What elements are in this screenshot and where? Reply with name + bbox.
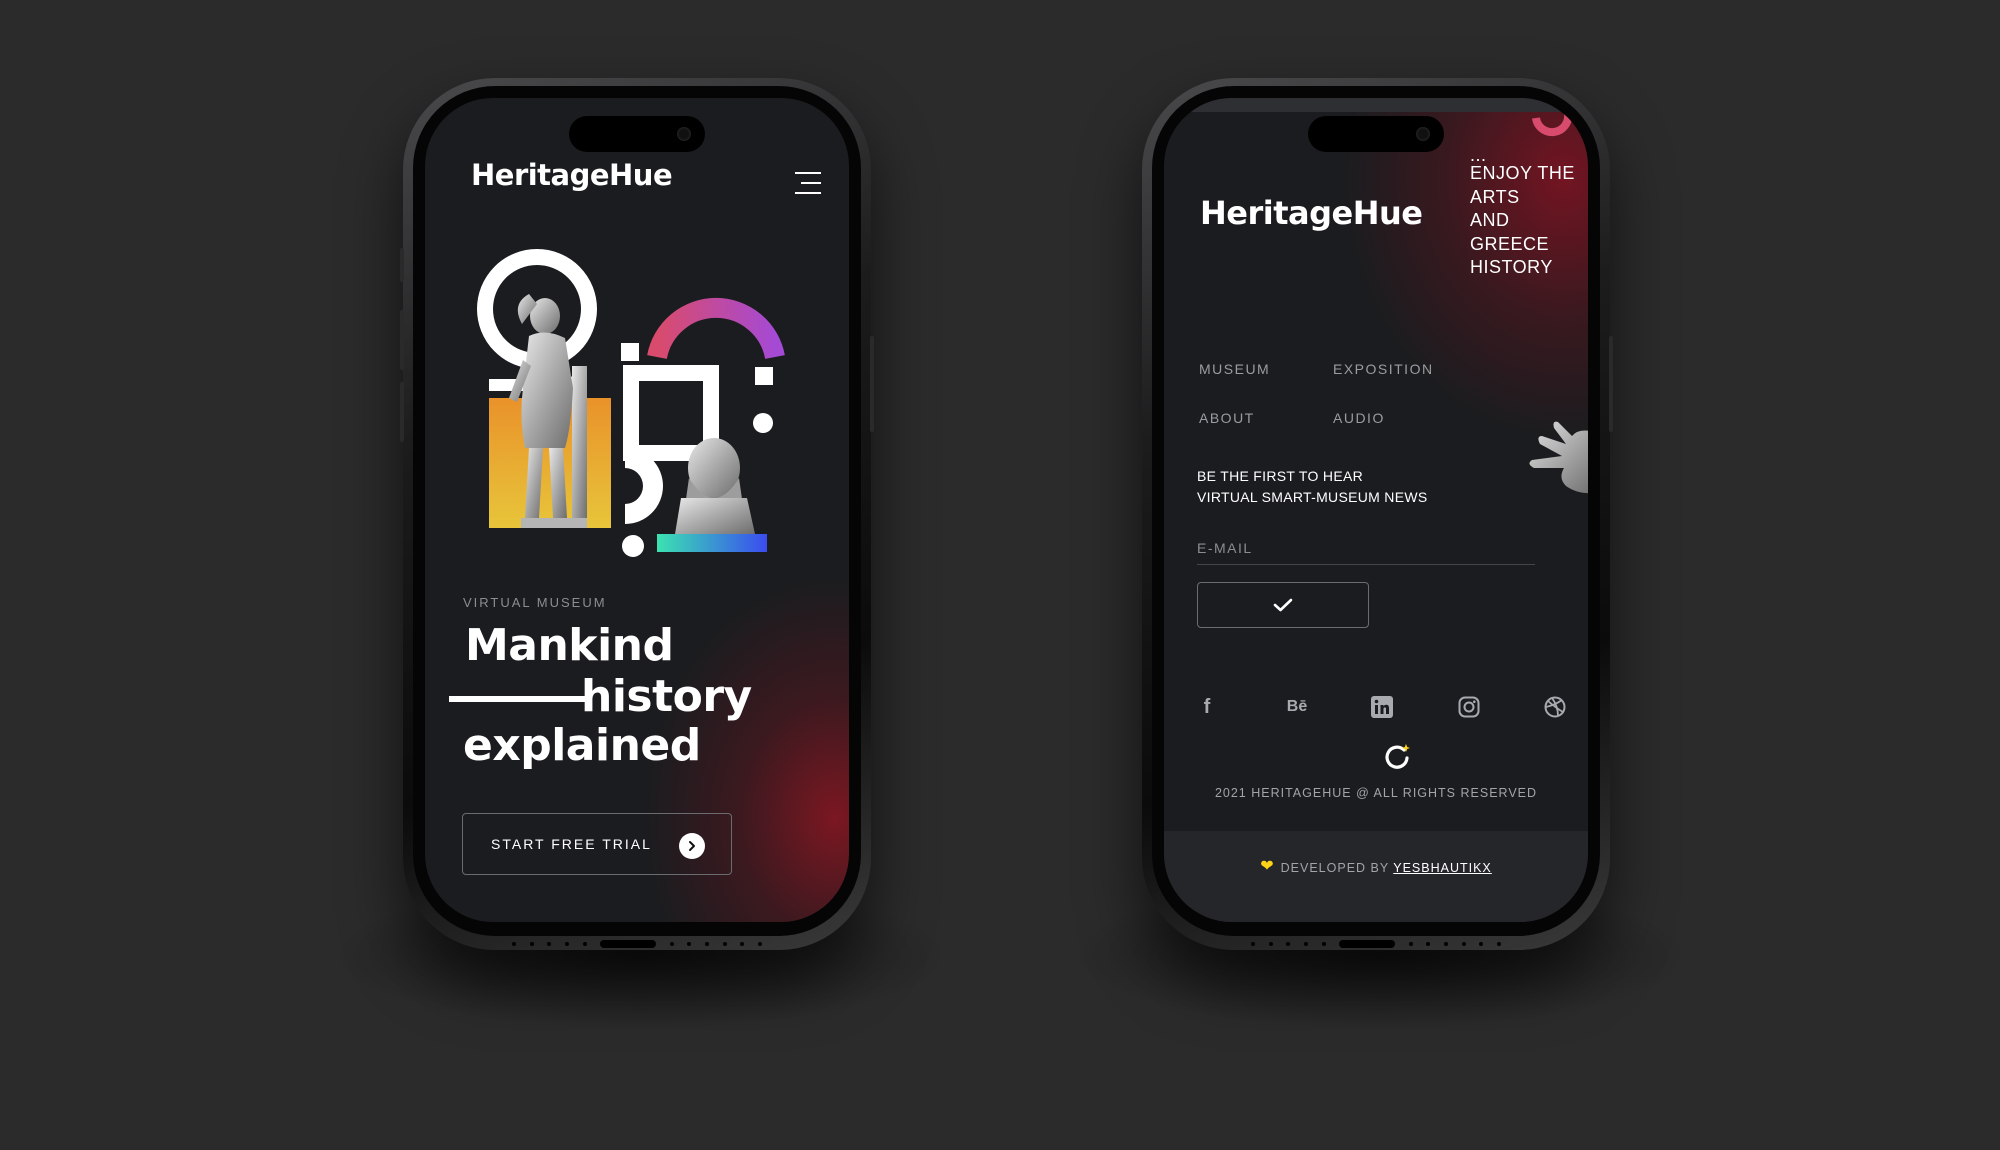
tagline-line: ARTS	[1470, 186, 1520, 207]
tagline-line: AND	[1470, 210, 1510, 230]
top-strip	[1164, 98, 1588, 112]
checkmark-icon	[1273, 598, 1293, 612]
dribbble-icon[interactable]	[1542, 694, 1568, 720]
linkedin-icon[interactable]	[1369, 694, 1395, 720]
tagline-line: HISTORY	[1470, 257, 1553, 277]
side-button	[400, 382, 404, 442]
nav-museum[interactable]: MUSEUM	[1199, 361, 1270, 377]
white-square-small	[755, 367, 773, 385]
newsletter-text: BE THE FIRST TO HEAR VIRTUAL SMART-MUSEU…	[1197, 466, 1428, 508]
heart-icon: ❤	[1260, 858, 1275, 875]
nav-audio[interactable]: AUDIO	[1333, 410, 1385, 426]
tagline-dots: ...	[1470, 145, 1487, 165]
dynamic-island	[1308, 116, 1444, 152]
newsletter-line-2: VIRTUAL SMART-MUSEUM NEWS	[1197, 489, 1428, 505]
gradient-arc-decoration	[1532, 113, 1573, 137]
footer-bar	[1164, 831, 1588, 922]
facebook-icon[interactable]: f	[1194, 694, 1220, 720]
start-free-trial-label: START FREE TRIAL	[491, 836, 652, 852]
hollow-square	[623, 365, 719, 461]
tagline: ... ENJOY THE ARTS AND GREECE HISTORY	[1470, 145, 1588, 280]
start-free-trial-button[interactable]: START FREE TRIAL	[462, 813, 732, 875]
nav-about[interactable]: ABOUT	[1199, 410, 1255, 426]
side-button	[400, 310, 404, 370]
headline-divider	[449, 696, 586, 702]
developed-by-line: ❤ DEVELOPED BY YESBHAUTIKX	[1164, 856, 1588, 876]
white-dot	[622, 535, 644, 557]
facebook-glyph: f	[1203, 695, 1211, 718]
side-button	[1609, 336, 1613, 432]
headline-line-1: Mankind	[465, 620, 674, 671]
email-field[interactable]	[1197, 532, 1535, 565]
white-dot	[753, 413, 773, 433]
side-button	[870, 336, 874, 432]
gradient-arc	[647, 297, 785, 360]
left-phone: HeritageHue VIRTUAL MUSEUM Mankind histo…	[400, 78, 874, 950]
side-button	[400, 248, 404, 282]
hero-illustration	[477, 249, 785, 557]
behance-icon[interactable]: Bē	[1282, 694, 1312, 720]
brand-mark-icon	[1385, 744, 1410, 769]
newsletter-line-1: BE THE FIRST TO HEAR	[1197, 468, 1364, 484]
headline-line-2: history	[581, 671, 752, 722]
dynamic-island	[569, 116, 705, 152]
headline-line-3: explained	[463, 720, 701, 771]
section-label: VIRTUAL MUSEUM	[463, 595, 607, 610]
developer-link[interactable]: YESBHAUTIKX	[1393, 861, 1492, 875]
developed-by-label: DEVELOPED BY	[1280, 861, 1389, 875]
speaker-grille	[1251, 940, 1501, 948]
right-phone: HeritageHue ... ENJOY THE ARTS AND GREEC…	[1142, 78, 1613, 950]
tagline-line: ENJOY THE	[1470, 163, 1575, 183]
brand-logo[interactable]: HeritageHue	[1200, 194, 1423, 232]
tagline-line: GREECE	[1470, 233, 1550, 254]
right-screen: HeritageHue ... ENJOY THE ARTS AND GREEC…	[1164, 98, 1588, 922]
copyright-text: 2021 HERITAGEHUE @ ALL RIGHTS RESERVED	[1214, 786, 1538, 800]
behance-glyph: Bē	[1286, 698, 1308, 715]
white-square-small	[621, 343, 639, 361]
sculpture-hand	[1529, 421, 1588, 494]
chevron-right-icon	[679, 833, 705, 859]
speaker-grille	[512, 940, 762, 948]
submit-button[interactable]	[1197, 582, 1369, 628]
instagram-icon[interactable]	[1456, 694, 1482, 720]
left-screen: HeritageHue VIRTUAL MUSEUM Mankind histo…	[425, 98, 849, 922]
gradient-bar	[657, 534, 767, 552]
nav-exposition[interactable]: EXPOSITION	[1333, 361, 1434, 377]
